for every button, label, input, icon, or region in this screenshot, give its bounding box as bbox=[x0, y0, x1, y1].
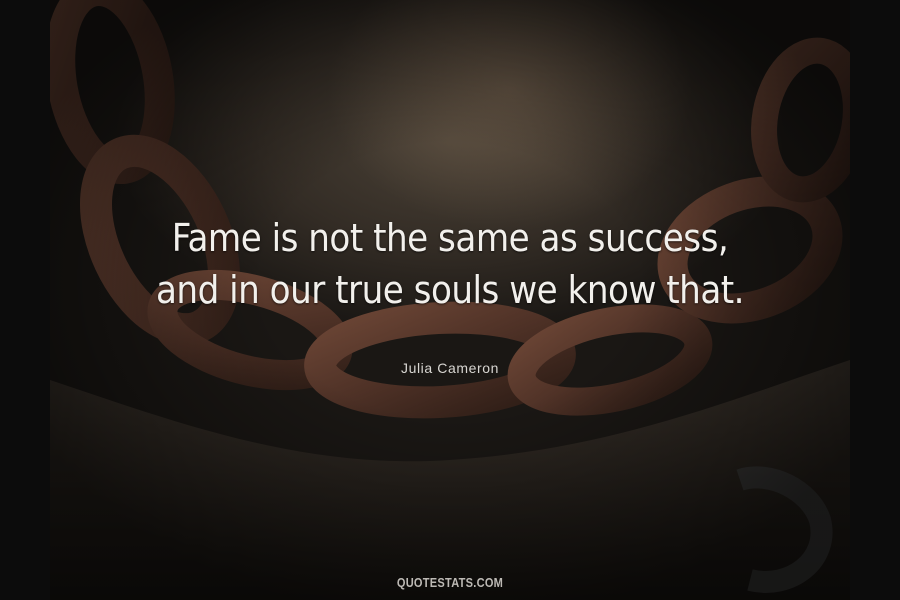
quote-author: Julia Cameron bbox=[400, 360, 500, 376]
quote-line-1: Fame is not the same as success, bbox=[171, 216, 729, 260]
quote-text: Fame is not the same as success, and in … bbox=[0, 212, 900, 316]
quote-line-2: and in our true souls we know that. bbox=[155, 268, 745, 312]
site-watermark: QUOTESTATS.COM bbox=[396, 575, 504, 590]
quote-card: Fame is not the same as success, and in … bbox=[0, 0, 900, 600]
